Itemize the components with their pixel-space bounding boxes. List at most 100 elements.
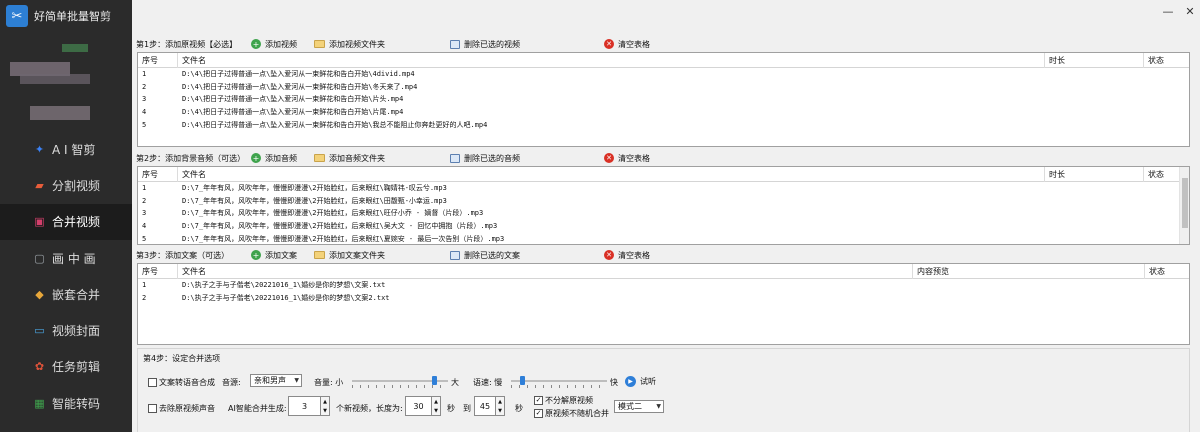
column-header[interactable]: 状态 — [1144, 167, 1182, 182]
table-row[interactable]: 3 D:\7_年年有风，风吹年年，慢慢即漫漫\2开始脸红，后来眼红\旺仔小乔 - … — [138, 207, 1189, 220]
mode-select-value: 模式二 — [618, 402, 642, 411]
speed-max-label: 快 — [610, 378, 618, 387]
merge-options-panel: 第4步：设定合并选项 文案转语音合成 音源: 亲和男声 ▼ 音量: 小 大 语速:… — [137, 348, 1190, 432]
sidebar-item-nest[interactable]: ◆ 嵌套合并 — [0, 276, 132, 312]
no-split-checkbox[interactable]: ✓ 不分解原视频 — [534, 395, 593, 406]
add-audio-folder-button[interactable]: 添加音频文件夹 — [314, 153, 385, 164]
arrow-up-icon[interactable]: ▲ — [321, 397, 329, 406]
min-length-spinner-buttons[interactable]: ▲ ▼ — [431, 396, 441, 416]
no-random-checkbox[interactable]: ✓ 原视频不随机合并 — [534, 408, 609, 419]
voice-select[interactable]: 亲和男声 ▼ — [250, 374, 302, 387]
column-header[interactable]: 时长 — [1045, 167, 1144, 182]
add-text-label: 添加文案 — [265, 250, 297, 260]
max-length-spinner-buttons[interactable]: ▲ ▼ — [495, 396, 505, 416]
close-icon: ✕ — [604, 153, 614, 163]
column-header[interactable]: 序号 — [138, 264, 178, 279]
vertical-scrollbar[interactable] — [1179, 167, 1189, 244]
add-audio-label: 添加音频 — [265, 153, 297, 163]
scrollbar-thumb[interactable] — [1182, 178, 1188, 228]
table-row[interactable]: 5 D:\4\把日子过得普通一点\坠入爱河从一束鲜花和告白开始\我总不能阻止你奔赴… — [138, 119, 1189, 132]
column-header[interactable]: 序号 — [138, 167, 178, 182]
count-value: 3 — [301, 401, 308, 411]
table-row[interactable]: 1 D:\4\把日子过得普通一点\坠入爱河从一束鲜花和告白开始\4divid.mp… — [138, 68, 1189, 81]
remove-audio-checkbox-box[interactable] — [148, 404, 157, 413]
table-row[interactable]: 3 D:\4\把日子过得普通一点\坠入爱河从一束鲜花和告白开始\片头.mp4 — [138, 93, 1189, 106]
nest-icon: ◆ — [35, 287, 44, 301]
add-text-folder-button[interactable]: 添加文案文件夹 — [314, 250, 385, 261]
delete-selected-text-button[interactable]: 删除已选的文案 — [450, 250, 520, 261]
remove-audio-checkbox[interactable]: 去除原视频声音 — [148, 403, 215, 414]
arrow-down-icon[interactable]: ▼ — [432, 406, 440, 415]
clear-text-table-button[interactable]: ✕ 清空表格 — [604, 250, 650, 261]
speed-thumb[interactable] — [520, 376, 526, 385]
plus-icon: + — [251, 250, 261, 260]
arrow-down-icon[interactable]: ▼ — [496, 406, 504, 415]
column-header[interactable]: 时长 — [1045, 53, 1144, 68]
volume-slider[interactable] — [352, 376, 448, 388]
column-header[interactable]: 内容预览 — [913, 264, 1145, 279]
text-table[interactable]: 序号 文件名 内容预览 状态 1 D:\执子之手与子偕老\20221016_1\婚纱是你的… — [137, 263, 1190, 345]
column-header[interactable]: 文件名 — [178, 53, 1045, 68]
add-text-button[interactable]: + 添加文案 — [251, 250, 297, 261]
table-cell: D:\4\把日子过得普通一点\坠入爱河从一束鲜花和告白开始\冬天来了.mp4 — [182, 82, 418, 91]
clear-audio-table-button[interactable]: ✕ 清空表格 — [604, 153, 650, 164]
add-text-folder-label: 添加文案文件夹 — [329, 250, 385, 260]
column-header[interactable]: 状态 — [1145, 264, 1189, 279]
sidebar-item-merge[interactable]: ▣ 合并视频 — [0, 203, 132, 240]
arrow-up-icon[interactable]: ▲ — [432, 397, 440, 406]
transcode-icon: ▦ — [34, 396, 45, 410]
table-cell: D:\执子之手与子偕老\20221016_1\婚纱是你的梦想\文案.txt — [182, 281, 386, 289]
table-row[interactable]: 4 D:\4\把日子过得普通一点\坠入爱河从一束鲜花和告白开始\片尾.mp4 — [138, 106, 1189, 119]
table-header: 序号 文件名 时长 状态 — [138, 53, 1189, 68]
column-header[interactable]: 文件名 — [178, 264, 913, 279]
count-spinner[interactable]: 3 ▲ ▼ — [288, 396, 330, 416]
add-video-folder-button[interactable]: 添加视频文件夹 — [314, 39, 385, 50]
tts-checkbox[interactable]: 文案转语音合成 — [148, 377, 215, 388]
column-header[interactable]: 文件名 — [178, 167, 1045, 182]
minimize-button[interactable]: — — [1160, 4, 1176, 18]
sidebar-item-pip[interactable]: ▢ 画 中 画 — [0, 240, 132, 276]
add-audio-button[interactable]: + 添加音频 — [251, 153, 297, 164]
video-table[interactable]: 序号 文件名 时长 状态 1 D:\4\把日子过得普通一点\坠入爱河从一束鲜花和告白开始\… — [137, 52, 1190, 147]
min-length-spinner[interactable]: 30 ▲ ▼ — [405, 396, 441, 416]
sidebar-item-split[interactable]: ▰ 分割视频 — [0, 167, 132, 203]
table-row[interactable]: 4 D:\7_年年有风，风吹年年，慢慢即漫漫\2开始脸红，后来眼红\吴大文 - 回… — [138, 220, 1189, 233]
delete-selected-video-button[interactable]: 删除已选的视频 — [450, 39, 520, 50]
table-row[interactable]: 5 D:\7_年年有风，风吹年年，慢慢即漫漫\2开始脸红，后来眼红\夏婉安 - 最… — [138, 233, 1189, 244]
play-icon: ▶ — [625, 376, 636, 387]
count-suffix-label: 个新视频，长度为: — [336, 404, 403, 413]
max-length-spinner[interactable]: 45 ▲ ▼ — [474, 396, 505, 416]
audio-table[interactable]: 序号 文件名 时长 状态 1 D:\7_年年有风，风吹年年，慢慢即漫漫\2开始脸红，后来眼… — [137, 166, 1190, 245]
add-video-button[interactable]: + 添加视频 — [251, 39, 297, 50]
table-row[interactable]: 1 D:\7_年年有风，风吹年年，慢慢即漫漫\2开始脸红，后来眼红\鞠婧祎-叹云兮… — [138, 182, 1189, 195]
sidebar-item-transcode[interactable]: ▦ 智能转码 — [0, 385, 132, 421]
delete-selected-audio-button[interactable]: 删除已选的音频 — [450, 153, 520, 164]
speed-slider[interactable] — [511, 376, 607, 388]
column-header[interactable]: 序号 — [138, 53, 178, 68]
tts-checkbox-box[interactable] — [148, 378, 157, 387]
audition-button[interactable]: ▶ 试听 — [625, 376, 656, 387]
count-spinner-buttons[interactable]: ▲ ▼ — [320, 396, 330, 416]
column-header[interactable]: 状态 — [1144, 53, 1189, 68]
sidebar-item-label: 视频封面 — [52, 324, 101, 339]
table-row[interactable]: 2 D:\4\把日子过得普通一点\坠入爱河从一束鲜花和告白开始\冬天来了.mp4 — [138, 81, 1189, 94]
table-row[interactable]: 2 D:\7_年年有风，风吹年年，慢慢即漫漫\2开始脸红，后来眼红\田馥甄-小幸运… — [138, 195, 1189, 208]
sidebar-item-ai[interactable]: ✦ A I 智剪 — [0, 131, 132, 167]
mode-select[interactable]: 模式二 ▼ — [614, 400, 664, 413]
table-cell: D:\执子之手与子偕老\20221016_1\婚纱是你的梦想\文案2.txt — [182, 293, 390, 302]
no-split-checkbox-box[interactable]: ✓ — [534, 396, 543, 405]
table-cell: 5 — [142, 120, 147, 129]
app-header: ✂ 好简单批量智剪 — [0, 0, 132, 32]
sidebar-item-task[interactable]: ✿ 任务剪辑 — [0, 349, 132, 385]
no-random-checkbox-box[interactable]: ✓ — [534, 409, 543, 418]
clear-table-button[interactable]: ✕ 清空表格 — [604, 39, 650, 50]
arrow-down-icon[interactable]: ▼ — [321, 406, 329, 415]
sidebar-item-cover[interactable]: ▭ 视频封面 — [0, 312, 132, 348]
table-cell: 2 — [142, 82, 147, 91]
arrow-up-icon[interactable]: ▲ — [496, 397, 504, 406]
table-row[interactable]: 2 D:\执子之手与子偕老\20221016_1\婚纱是你的梦想\文案2.txt — [138, 292, 1189, 305]
table-row[interactable]: 1 D:\执子之手与子偕老\20221016_1\婚纱是你的梦想\文案.txt — [138, 279, 1189, 292]
volume-thumb[interactable] — [432, 376, 438, 385]
table-cell: 1 — [142, 184, 147, 192]
close-button[interactable]: ✕ — [1182, 4, 1198, 18]
